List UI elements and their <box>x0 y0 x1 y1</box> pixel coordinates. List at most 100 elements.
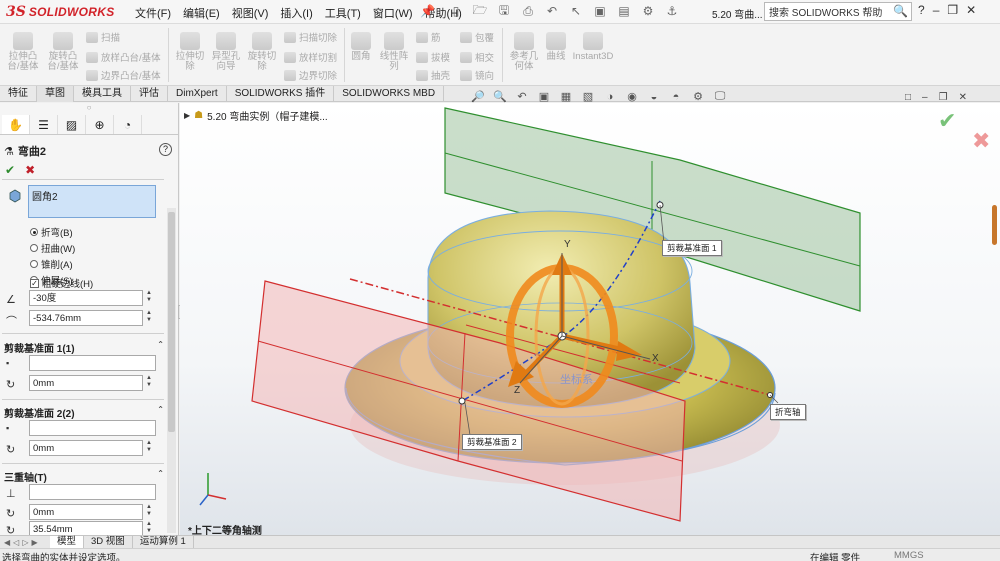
instant3d-button[interactable]: Instant3D <box>572 32 614 62</box>
tab-3d-view[interactable]: 3D 视图 <box>84 536 133 548</box>
collapse-caret-icon[interactable]: ⌃ <box>157 405 164 420</box>
radio-tapering[interactable] <box>30 260 38 268</box>
zoom-area-icon[interactable]: 🔍 <box>492 89 508 104</box>
prev-tab-icon[interactable]: ◁ <box>13 538 19 547</box>
configuration-manager-icon[interactable]: ▨ <box>58 115 86 134</box>
unit-system[interactable]: MMGS <box>894 550 924 561</box>
property-manager-scrollbar[interactable] <box>167 208 176 533</box>
help-icon[interactable]: ? <box>159 143 172 156</box>
trim-plane1-spinner[interactable]: ▲ ▼ <box>145 375 153 391</box>
wrap-button[interactable]: 包覆 <box>460 30 494 44</box>
collapse-caret-icon[interactable]: ⌃ <box>157 469 164 484</box>
section-view-icon[interactable]: ▣ <box>536 89 552 104</box>
checkbox-box[interactable]: ✓ <box>30 278 39 288</box>
mirror-button[interactable]: 镜向 <box>460 68 494 82</box>
feature-manager-icon[interactable]: ✋ <box>2 115 30 134</box>
open-folder-icon[interactable]: 🗁 <box>470 2 490 20</box>
task-pane-handle[interactable] <box>992 205 997 245</box>
anchor-icon[interactable]: ⚓ <box>662 2 682 20</box>
display-monitor-icon[interactable]: 🖵 <box>712 89 728 104</box>
menu-insert[interactable]: 插入(I) <box>280 5 312 21</box>
angle-spinner[interactable]: ▲ ▼ <box>145 290 153 306</box>
swept-cut-button[interactable]: 扫描切除 <box>284 30 337 44</box>
radius-input[interactable]: -534.76mm <box>29 310 143 326</box>
curves-button[interactable]: 曲线 <box>542 32 570 62</box>
tab-addins[interactable]: SOLIDWORKS 插件 <box>227 86 335 102</box>
trim-plane2-header[interactable]: 剪裁基准面 2(2) ⌃ <box>4 405 164 420</box>
doc-close-icon[interactable]: ✕ <box>959 92 967 103</box>
menu-tools[interactable]: 工具(T) <box>325 5 361 21</box>
loft-boss-button[interactable]: 放样凸台/基体 <box>86 50 161 64</box>
new-document-icon[interactable]: ▯ <box>446 2 466 20</box>
callout-trim-plane-2[interactable]: 剪裁基准面 2 <box>462 434 522 450</box>
search-icon[interactable]: 🔍 <box>893 4 908 18</box>
dynamic-annotation-icon[interactable]: ▦ <box>558 89 574 104</box>
triad-reference[interactable] <box>29 484 156 500</box>
intersect-button[interactable]: 相交 <box>460 50 494 64</box>
hide-show-icon[interactable]: ◉ <box>624 89 640 104</box>
collapse-caret-icon[interactable]: ⌃ <box>157 340 164 355</box>
select-arrow-icon[interactable]: ↖ <box>566 2 586 20</box>
trim-plane1-header[interactable]: 剪裁基准面 1(1) ⌃ <box>4 340 164 355</box>
property-manager-icon[interactable]: ☰ <box>30 115 58 134</box>
tab-model[interactable]: 模型 <box>50 536 85 548</box>
trim-plane2-distance[interactable]: 0mm <box>29 440 143 456</box>
doc-tile-icon[interactable]: ❐ <box>939 92 948 103</box>
model-scene[interactable]: Y X Z 坐标系 <box>180 103 1000 535</box>
view-settings-icon[interactable]: ⚙ <box>690 89 706 104</box>
confirmation-ok-icon[interactable]: ✔ <box>938 108 956 134</box>
trim-plane1-distance[interactable]: 0mm <box>29 375 143 391</box>
help-question-icon[interactable]: ? <box>918 3 925 17</box>
triad-rotation1-spinner[interactable]: ▲ ▼ <box>145 504 153 520</box>
tab-features[interactable]: 特征 <box>0 86 37 102</box>
next-tab-icon[interactable]: ▷ <box>22 538 28 547</box>
previous-view-icon[interactable]: ↶ <box>514 89 530 104</box>
shell-button[interactable]: 抽壳 <box>416 68 450 82</box>
options-gear-icon[interactable]: ⚙ <box>638 2 658 20</box>
scrollbar-thumb[interactable] <box>168 212 175 432</box>
apply-scene-icon[interactable]: ◓ <box>668 89 684 104</box>
option-bending[interactable]: 折弯(B) <box>30 225 75 239</box>
tab-sketch[interactable]: 草图 <box>37 86 74 102</box>
menu-file[interactable]: 文件(F) <box>135 5 171 21</box>
first-tab-icon[interactable]: ◀ <box>4 538 10 547</box>
trim-plane1-reference[interactable] <box>29 355 156 371</box>
cancel-x-icon[interactable]: ✖ <box>25 163 35 177</box>
linear-pattern-button[interactable]: 线性阵 列 <box>376 32 412 72</box>
revolved-cut-button[interactable]: 旋转切 除 <box>244 32 280 72</box>
hard-edges-checkbox[interactable]: ✓ 粗硬边线(H) <box>30 276 93 290</box>
triad-rotation2[interactable]: 35.54mm <box>29 521 143 535</box>
tab-motion-study[interactable]: 运动算例 1 <box>133 536 194 548</box>
edit-appearance-icon[interactable]: ◒ <box>646 89 662 104</box>
sweep-button[interactable]: 扫描 <box>86 30 120 44</box>
zoom-to-fit-icon[interactable]: 🔎 <box>470 89 486 104</box>
boundary-cut-button[interactable]: 边界切除 <box>284 68 337 82</box>
display-style-icon[interactable]: ◑ <box>602 89 618 104</box>
rebuild-icon[interactable]: ▣ <box>590 2 610 20</box>
panel-grip[interactable]: ○ <box>0 103 178 115</box>
option-twisting[interactable]: 扭曲(W) <box>30 241 75 255</box>
dimxpert-manager-icon[interactable]: ⊕ <box>86 115 114 134</box>
solidworks-logo[interactable]: 3S SOLIDWORKS <box>6 4 115 20</box>
trim-plane2-reference[interactable] <box>29 420 156 436</box>
bodies-selection-box[interactable]: 圆角2 <box>28 185 156 218</box>
restore-icon[interactable]: ❐ <box>947 3 958 17</box>
triad-rotation2-spinner[interactable]: ▲ ▼ <box>145 521 153 535</box>
ok-checkmark-icon[interactable]: ✔ <box>5 163 15 177</box>
callout-trim-plane-1[interactable]: 剪裁基准面 1 <box>662 240 722 256</box>
view-orientation-icon[interactable]: ▧ <box>580 89 596 104</box>
draft-button[interactable]: 拔模 <box>416 50 450 64</box>
option-tapering[interactable]: 锥削(A) <box>30 257 75 271</box>
save-icon[interactable]: 🖫 <box>494 2 514 20</box>
pin-icon[interactable]: 📌 <box>420 4 435 18</box>
doc-minimize-icon[interactable]: – <box>922 92 928 103</box>
close-icon[interactable]: ✕ <box>966 3 976 17</box>
control-point-bottom[interactable] <box>458 397 466 405</box>
trim-plane2-spinner[interactable]: ▲ ▼ <box>145 440 153 456</box>
rib-button[interactable]: 筋 <box>416 30 441 44</box>
hole-wizard-button[interactable]: 异型孔 向导 <box>208 32 244 72</box>
tab-mold-tools[interactable]: 模具工具 <box>74 86 131 102</box>
angle-input[interactable]: -30度 <box>29 290 143 306</box>
help-search-input[interactable]: 搜索 SOLIDWORKS 帮助 🔍 <box>764 2 912 21</box>
triad-rotation1[interactable]: 0mm <box>29 504 143 520</box>
